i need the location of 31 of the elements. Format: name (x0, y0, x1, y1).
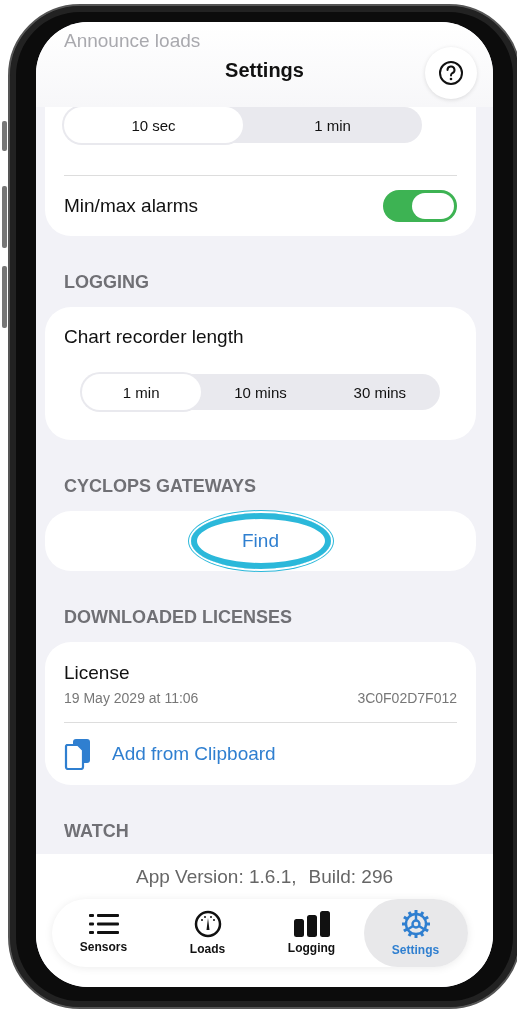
license-name: License (64, 662, 131, 684)
segment-option[interactable]: 1 min (243, 107, 422, 143)
clipboard-icon (64, 738, 92, 770)
list-icon (88, 912, 119, 936)
tab[interactable]: Loads (155, 899, 260, 967)
toggle-switch[interactable] (383, 190, 457, 222)
help-button[interactable] (425, 47, 477, 99)
setting-label: Min/max alarms (64, 195, 199, 217)
build-number: Build: 296 (308, 866, 394, 888)
help-icon (438, 60, 464, 86)
tab[interactable]: Logging (259, 899, 364, 967)
license-code: 3C0F02D7F012 (357, 690, 457, 706)
faded-setting-label: Announce loads (64, 30, 201, 52)
add-from-clipboard-link[interactable]: Add from Clipboard (112, 743, 276, 765)
gauge-icon (193, 910, 222, 938)
find-button[interactable]: Find (190, 513, 331, 569)
gear-icon (400, 909, 431, 939)
segment-option[interactable]: 10 mins (200, 374, 321, 410)
setting-label: Chart recorder length (64, 325, 245, 349)
bar-chart-icon (293, 911, 330, 937)
tab[interactable]: Sensors (51, 899, 156, 967)
segment-option[interactable]: 30 mins (320, 374, 440, 410)
section-heading: WATCH (63, 820, 130, 843)
section-heading: DOWNLOADED LICENSES (63, 606, 293, 629)
license-date: 19 May 2029 at 11:06 (64, 690, 199, 706)
section-heading: CYCLOPS GATEWAYS (63, 475, 258, 498)
app-version: App Version: 1.6.1, (135, 866, 297, 888)
screen-title: Settings (225, 59, 304, 82)
section-heading: LOGGING (63, 271, 150, 294)
segment-option[interactable]: 10 sec (64, 107, 243, 143)
segment-option[interactable]: 1 min (81, 374, 201, 410)
